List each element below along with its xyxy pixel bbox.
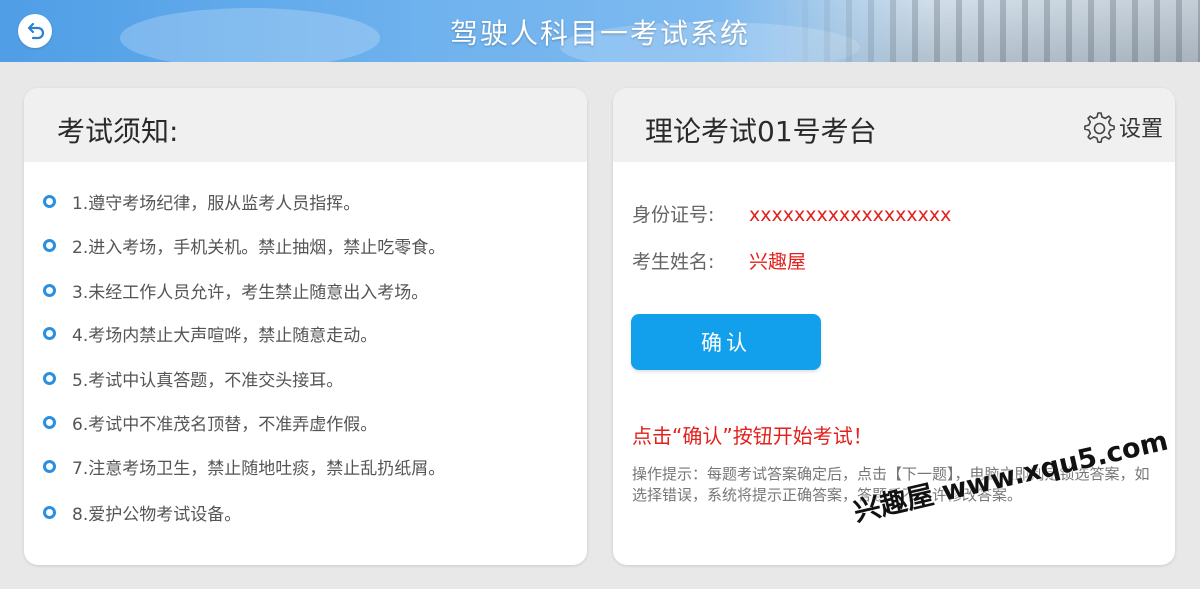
page-title: 驾驶人科目一考试系统 — [449, 17, 750, 50]
settings-button[interactable]: 设置 — [1081, 110, 1163, 144]
bullet-icon — [43, 326, 56, 340]
confirm-button[interactable]: 确认 — [631, 314, 821, 370]
candidate-name-label: 考生姓名: — [632, 251, 715, 273]
bullet-icon — [43, 371, 56, 385]
list-item: 8.爱护公物考试设备。 — [43, 500, 242, 525]
list-item: 2.进入考场，手机关机。禁止抽烟，禁止吃零食。 — [43, 233, 446, 258]
list-item: 1.遵守考场纪律，服从监考人员指挥。 — [43, 189, 361, 214]
rule-text: 2.进入考场，手机关机。禁止抽烟，禁止吃零食。 — [72, 237, 446, 258]
notice-card-header: 考试须知: — [24, 88, 587, 162]
exam-notice-card: 考试须知: 1.遵守考场纪律，服从监考人员指挥。 2.进入考场，手机关机。禁止抽… — [24, 88, 587, 565]
bullet-icon — [43, 459, 56, 473]
bullet-icon — [43, 194, 56, 208]
list-item: 4.考场内禁止大声喧哗，禁止随意走动。 — [43, 321, 378, 346]
list-item: 3.未经工作人员允许，考生禁止随意出入考场。 — [43, 278, 429, 303]
rule-text: 8.爱护公物考试设备。 — [72, 504, 242, 525]
rule-text: 1.遵守考场纪律，服从监考人员指挥。 — [72, 193, 361, 214]
candidate-name-row: 考生姓名: 兴趣屋 — [632, 247, 806, 274]
settings-label: 设置 — [1118, 117, 1163, 142]
rule-text: 4.考场内禁止大声喧哗，禁止随意走动。 — [72, 325, 378, 346]
id-number-row: 身份证号: xxxxxxxxxxxxxxxxxx — [632, 200, 951, 227]
list-item: 5.考试中认真答题，不准交头接耳。 — [43, 366, 344, 391]
station-card-header: 理论考试01号考台 设置 — [613, 88, 1175, 162]
start-prompt: 点击“确认”按钮开始考试！ — [632, 424, 873, 448]
gear-icon — [1084, 112, 1115, 143]
candidate-name-value: 兴趣屋 — [749, 251, 807, 273]
list-item: 6.考试中不准茂名顶替，不准弄虚作假。 — [43, 410, 378, 435]
header-bar: 驾驶人科目一考试系统 — [0, 0, 1200, 62]
bullet-icon — [43, 415, 56, 429]
bullet-icon — [43, 505, 56, 519]
bullet-icon — [43, 283, 56, 297]
id-number-label: 身份证号: — [632, 204, 715, 226]
rule-text: 7.注意考场卫生，禁止随地吐痰，禁止乱扔纸屑。 — [72, 458, 446, 479]
notice-heading: 考试须知: — [57, 115, 179, 148]
bullet-icon — [43, 238, 56, 252]
rule-text: 3.未经工作人员允许，考生禁止随意出入考场。 — [72, 282, 429, 303]
rule-text: 5.考试中认真答题，不准交头接耳。 — [72, 370, 344, 391]
list-item: 7.注意考场卫生，禁止随地吐痰，禁止乱扔纸屑。 — [43, 454, 446, 479]
rule-text: 6.考试中不准茂名顶替，不准弄虚作假。 — [72, 414, 378, 435]
station-heading: 理论考试01号考台 — [645, 115, 877, 148]
id-number-value: xxxxxxxxxxxxxxxxxx — [749, 204, 952, 226]
